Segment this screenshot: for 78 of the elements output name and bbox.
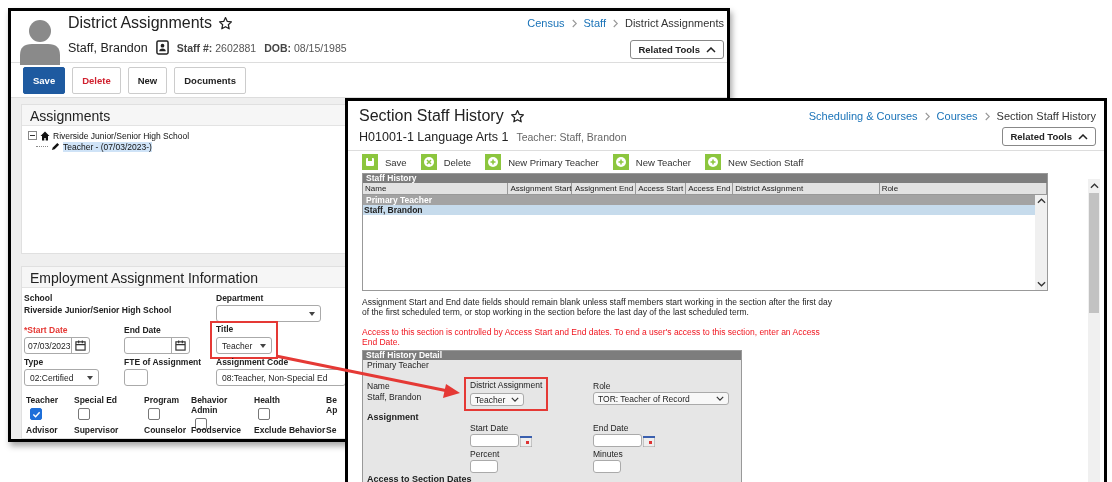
tree-item[interactable]: Teacher - (07/03/2023-) bbox=[63, 141, 152, 152]
toolbar-button[interactable]: New Primary Teacher bbox=[508, 156, 599, 168]
type-dropdown[interactable]: 02:Certified bbox=[24, 369, 99, 386]
field-label: School bbox=[24, 293, 54, 303]
toolbar-button[interactable]: Delete bbox=[443, 156, 472, 168]
tree-item[interactable]: Riverside Junior/Senior High School bbox=[53, 130, 190, 141]
group-label: Primary Teacher bbox=[366, 360, 430, 370]
checkbox-label: Health bbox=[254, 395, 281, 405]
field-label: Minutes bbox=[593, 449, 624, 459]
checkbox-label: Se bbox=[326, 425, 337, 435]
panel-title: Staff History Detail bbox=[366, 350, 443, 360]
title-dropdown[interactable]: Teacher bbox=[216, 337, 273, 354]
dob-label: DOB: bbox=[264, 41, 291, 54]
field-label: Role bbox=[593, 381, 612, 391]
breadcrumb-link[interactable]: Scheduling & Courses bbox=[808, 110, 918, 122]
field-label: Assignment Code bbox=[216, 357, 290, 367]
field-label: *Start Date bbox=[24, 325, 69, 335]
field-label: Start Date bbox=[470, 423, 510, 433]
role-dropdown[interactable]: TOR: Teacher of Record bbox=[593, 392, 729, 405]
toolbar-button[interactable]: New bbox=[127, 66, 168, 94]
column-header[interactable]: Access Start bbox=[636, 183, 687, 194]
field-label: Name bbox=[367, 381, 391, 391]
column-header[interactable]: Role bbox=[879, 183, 1047, 194]
group-row: Primary Teacher bbox=[363, 195, 1035, 205]
breadcrumb-link[interactable]: Census bbox=[527, 17, 565, 29]
checkbox-label: Exclude Behavior bbox=[254, 425, 326, 435]
toolbar-button[interactable]: Delete bbox=[72, 66, 121, 94]
field-label: End Date bbox=[124, 325, 162, 335]
district-assignment-dropdown[interactable]: Teacher bbox=[470, 393, 525, 406]
table-title: Staff History bbox=[366, 173, 417, 183]
breadcrumb-link[interactable]: Courses bbox=[936, 110, 978, 122]
breadcrumb-link[interactable]: Staff bbox=[583, 17, 606, 29]
field-label: District Assignment bbox=[470, 380, 543, 390]
name-value: Staff, Brandon bbox=[367, 392, 423, 402]
page-title: Section Staff History bbox=[359, 107, 504, 125]
toolbar-button[interactable]: New Section Staff bbox=[728, 156, 804, 168]
staff-name: Staff, Brandon bbox=[68, 40, 148, 55]
checkbox-label: Special Ed bbox=[74, 395, 118, 405]
start-date-field[interactable]: 07/03/2023 bbox=[24, 337, 90, 354]
field-label: Department bbox=[216, 293, 265, 303]
column-header[interactable]: Name bbox=[363, 183, 509, 194]
column-header[interactable]: Assignment Start bbox=[508, 183, 573, 194]
field-label: Percent bbox=[470, 449, 501, 459]
panel-title: Assignments bbox=[30, 108, 111, 124]
field-label: FTE of Assignment bbox=[124, 357, 203, 367]
checkbox-label: Supervisor bbox=[74, 425, 119, 435]
checkbox-label: Foodservice bbox=[191, 425, 242, 435]
panel-title: Employment Assignment Information bbox=[30, 270, 258, 286]
staff-number: 2602881 bbox=[215, 41, 257, 54]
checkbox-label: Behavior Admin bbox=[191, 395, 229, 415]
section-heading: Assignment bbox=[366, 412, 420, 422]
column-header[interactable]: Assignment End bbox=[572, 183, 637, 194]
toolbar-button[interactable]: Documents bbox=[174, 66, 246, 94]
checkbox-label: Advisor bbox=[26, 425, 58, 435]
toolbar-button[interactable]: New Teacher bbox=[635, 156, 692, 168]
page-title: District Assignments bbox=[68, 14, 213, 32]
note-text: Access to this section is controlled by Access Start and End dates. To end a user's access to this section, enter an Access End Date. bbox=[362, 327, 821, 347]
toolbar-button[interactable]: Save bbox=[385, 156, 407, 168]
field-label: End Date bbox=[593, 423, 630, 433]
related-tools-button[interactable]: Related Tools bbox=[1002, 127, 1096, 146]
related-tools-button[interactable]: Related Tools bbox=[630, 40, 724, 59]
field-label: Type bbox=[24, 357, 45, 367]
dob-value: 08/15/1985 bbox=[294, 41, 347, 54]
checkbox-label: Teacher bbox=[26, 395, 59, 405]
note-text: Assignment Start and End date fields should remain blank unless staff members start working in the section after the first day of the first scheduled term, or stop working in the section before the last day of the last scheduled term. bbox=[362, 297, 832, 317]
school-value: Riverside Junior/Senior High School bbox=[24, 305, 173, 315]
teacher-name: Teacher: Staff, Brandon bbox=[516, 130, 627, 143]
staff-number-label: Staff #: bbox=[176, 41, 213, 54]
section-heading: Access to Section Dates bbox=[366, 474, 473, 482]
checkbox-label: Counselor bbox=[144, 425, 187, 435]
field-label: Title bbox=[216, 324, 235, 334]
checkbox-label: Program bbox=[144, 395, 180, 405]
section-name: H01001-1 Language Arts 1 bbox=[359, 129, 509, 144]
table-row[interactable]: Staff, Brandon bbox=[363, 205, 1035, 215]
column-header[interactable]: Access End bbox=[686, 183, 734, 194]
toolbar-button[interactable]: Save bbox=[23, 66, 66, 94]
checkbox-label: Be Ap bbox=[326, 395, 339, 415]
column-header[interactable]: District Assignment bbox=[733, 183, 880, 194]
